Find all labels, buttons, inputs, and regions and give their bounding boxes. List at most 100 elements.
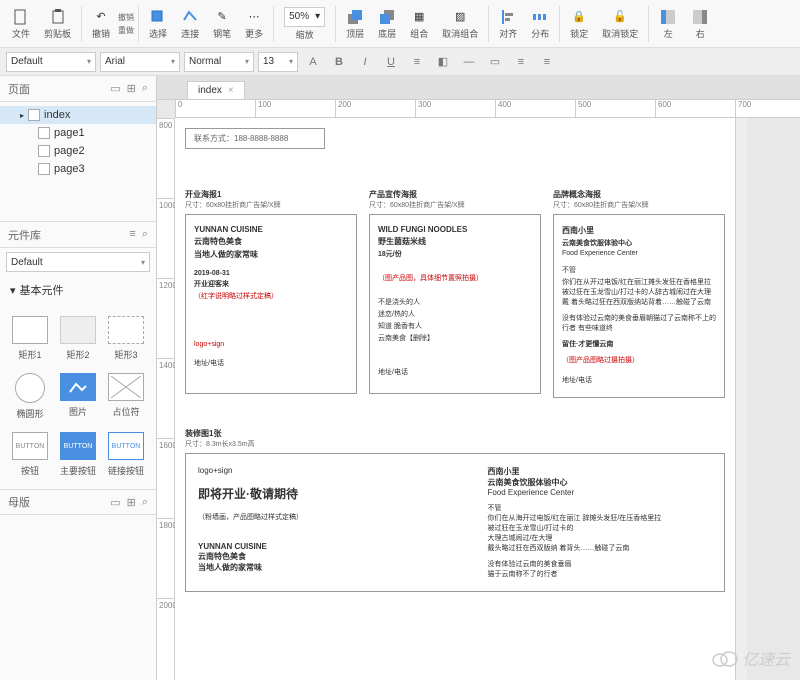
clipboard-group[interactable]: 剪贴板 — [38, 6, 77, 42]
widget-label: 矩形3 — [114, 348, 137, 361]
ungroup-tool[interactable]: ▨取消组合 — [436, 6, 484, 42]
body: 没有体验过云南的美食垂眉朝猫过了云南称不上的行者 有些味道终 — [562, 313, 716, 333]
underline-btn[interactable]: U — [380, 52, 402, 72]
add-page-icon[interactable]: ▭ — [110, 82, 120, 95]
close-icon[interactable]: × — [228, 85, 234, 96]
select-tool[interactable]: 选择 — [143, 6, 173, 42]
zoom-select[interactable]: 50%▾ — [284, 7, 325, 27]
bold-btn[interactable]: B — [328, 52, 350, 72]
widget-rect1[interactable]: 矩形1 — [8, 312, 52, 365]
bottom-icon — [378, 8, 396, 26]
dock-right[interactable]: 右 — [685, 6, 715, 42]
ruler-tick: 1600 — [157, 438, 174, 518]
group-tool[interactable]: ▦组合 — [404, 6, 434, 42]
body: 当地人做的家常味 — [198, 563, 262, 572]
distribute-tool[interactable]: 分布 — [525, 6, 555, 42]
widget-link-button[interactable]: BUTTON链接按钮 — [104, 428, 148, 481]
font-select[interactable]: Arial▾ — [100, 52, 180, 72]
canvas-scroll[interactable]: 800100012001400160018002000 联系方式：188-888… — [157, 118, 800, 680]
widget-primary-button[interactable]: BUTTON主要按钮 — [56, 428, 100, 481]
poster-box: 西南小里 云南美食饮服体验中心 Food Experience Center 不… — [553, 214, 725, 398]
page-page3[interactable]: page3 — [0, 160, 156, 178]
add-master-icon[interactable]: ▭ — [110, 496, 120, 509]
widget-rect2[interactable]: 矩形2 — [56, 312, 100, 365]
widget-ellipse[interactable]: 椭圆形 — [8, 369, 52, 424]
border-btn[interactable]: ▭ — [484, 52, 506, 72]
basic-section[interactable]: ▾基本元件 — [0, 276, 156, 304]
file-group[interactable]: 文件 — [6, 6, 36, 42]
color-btn[interactable]: A — [302, 52, 324, 72]
search-icon[interactable]: ⌕ — [142, 82, 148, 95]
widget-image[interactable]: 图片 — [56, 369, 100, 424]
master-folder-icon[interactable]: ⊞ — [127, 496, 136, 509]
library-preset-val: Default — [11, 257, 43, 268]
redo-stack[interactable]: 撤销 重做 — [118, 12, 134, 36]
size-select[interactable]: 13▾ — [258, 52, 298, 72]
library-preset[interactable]: Default▾ — [6, 252, 150, 272]
italic-btn[interactable]: I — [354, 52, 376, 72]
ungroup-label: 取消组合 — [442, 27, 478, 40]
scrollbar-v[interactable] — [735, 118, 747, 680]
banner-right: 西南小里 云南美食饮服体验中心 Food Experience Center 不… — [487, 466, 712, 579]
top-icon — [346, 8, 364, 26]
tab-label: index — [198, 85, 222, 96]
dock-left[interactable]: 左 — [653, 6, 683, 42]
rect-icon — [12, 316, 48, 344]
ruler-tick: 800 — [157, 118, 174, 198]
fill-btn[interactable]: ◧ — [432, 52, 454, 72]
banner-spec: 尺寸：8.3m长x3.5m高 — [185, 439, 725, 449]
body: 西南小里 — [487, 467, 519, 476]
canvas[interactable]: 联系方式：188-8888-8888 开业海报1 尺寸：60x80挂折商广告架/… — [175, 118, 735, 680]
style-preset[interactable]: Default▾ — [6, 52, 96, 72]
page-icon — [38, 145, 50, 157]
lib-menu-icon[interactable]: ≡ — [129, 228, 135, 241]
body: 云南美食【删除】 — [378, 333, 532, 343]
headline: 即将开业·敬请期待 — [198, 485, 467, 502]
master-search-icon[interactable]: ⌕ — [142, 496, 148, 509]
poster-3[interactable]: 品牌概念海报 尺寸：60x80挂折商广告架/X牌 西南小里 云南美食饮服体验中心… — [553, 189, 725, 398]
banner-section[interactable]: 装修图1张 尺寸：8.3m长x3.5m高 logo+sign 即将开业·敬请期待… — [185, 428, 725, 592]
connect-tool[interactable]: 连接 — [175, 6, 205, 42]
poster-spec: 尺寸：60x80挂折商广告架/X牌 — [369, 200, 541, 210]
align-c-btn[interactable]: ≡ — [536, 52, 558, 72]
widget-rect3[interactable]: 矩形3 — [104, 312, 148, 365]
unlock-tool[interactable]: 🔓取消锁定 — [596, 6, 644, 42]
poster-2[interactable]: 产品宣传海报 尺寸：60x80挂折商广告架/X牌 WILD FUNGI NOOD… — [369, 189, 541, 398]
main-toolbar: 文件 剪贴板 ↶ 撤销 撤销 重做 选择 连接 ✎ 钢笔 ⋯ 更多 50%▾ 缩… — [0, 0, 800, 48]
bullets-btn[interactable]: ≡ — [406, 52, 428, 72]
ruler-tick: 1400 — [157, 358, 174, 438]
top-tool[interactable]: 顶层 — [340, 6, 370, 42]
poster-spec: 尺寸：60x80挂折商广告架/X牌 — [553, 200, 725, 210]
poster-1[interactable]: 开业海报1 尺寸：60x80挂折商广告架/X牌 YUNNAN CUISINE 云… — [185, 189, 357, 398]
select-label: 选择 — [149, 27, 167, 40]
undo-group[interactable]: ↶ 撤销 — [86, 6, 116, 42]
widget-placeholder[interactable]: 占位符 — [104, 369, 148, 424]
align-l-btn[interactable]: ≡ — [510, 52, 532, 72]
lib-search-icon[interactable]: ⌕ — [142, 228, 148, 241]
line-btn[interactable]: — — [458, 52, 480, 72]
poster-row: 开业海报1 尺寸：60x80挂折商广告架/X牌 YUNNAN CUISINE 云… — [185, 189, 725, 398]
lock-tool[interactable]: 🔒锁定 — [564, 6, 594, 42]
contact-box[interactable]: 联系方式：188-8888-8888 — [185, 128, 325, 149]
body: 不管 — [562, 265, 716, 275]
page-page1[interactable]: page1 — [0, 124, 156, 142]
button-icon: BUTTON — [108, 432, 144, 460]
align-label: 对齐 — [499, 27, 517, 40]
align-tool[interactable]: 对齐 — [493, 6, 523, 42]
page-index[interactable]: ▸index — [0, 106, 156, 124]
page-name: page2 — [54, 145, 85, 157]
connect-label: 连接 — [181, 27, 199, 40]
add-folder-icon[interactable]: ⊞ — [127, 82, 136, 95]
widget-button[interactable]: BUTTON按钮 — [8, 428, 52, 481]
more-tool[interactable]: ⋯ 更多 — [239, 6, 269, 42]
weight-select[interactable]: Normal▾ — [184, 52, 254, 72]
page-page2[interactable]: page2 — [0, 142, 156, 160]
pages-header: 页面 ▭⊞⌕ — [0, 76, 156, 102]
poster-title: 产品宣传海报 — [369, 189, 541, 200]
ruler-tick: 0 — [175, 100, 255, 117]
bottom-tool[interactable]: 底层 — [372, 6, 402, 42]
pen-tool[interactable]: ✎ 钢笔 — [207, 6, 237, 42]
tab-index[interactable]: index × — [187, 81, 245, 99]
separator — [488, 6, 489, 42]
ruler-tick: 1800 — [157, 518, 174, 598]
